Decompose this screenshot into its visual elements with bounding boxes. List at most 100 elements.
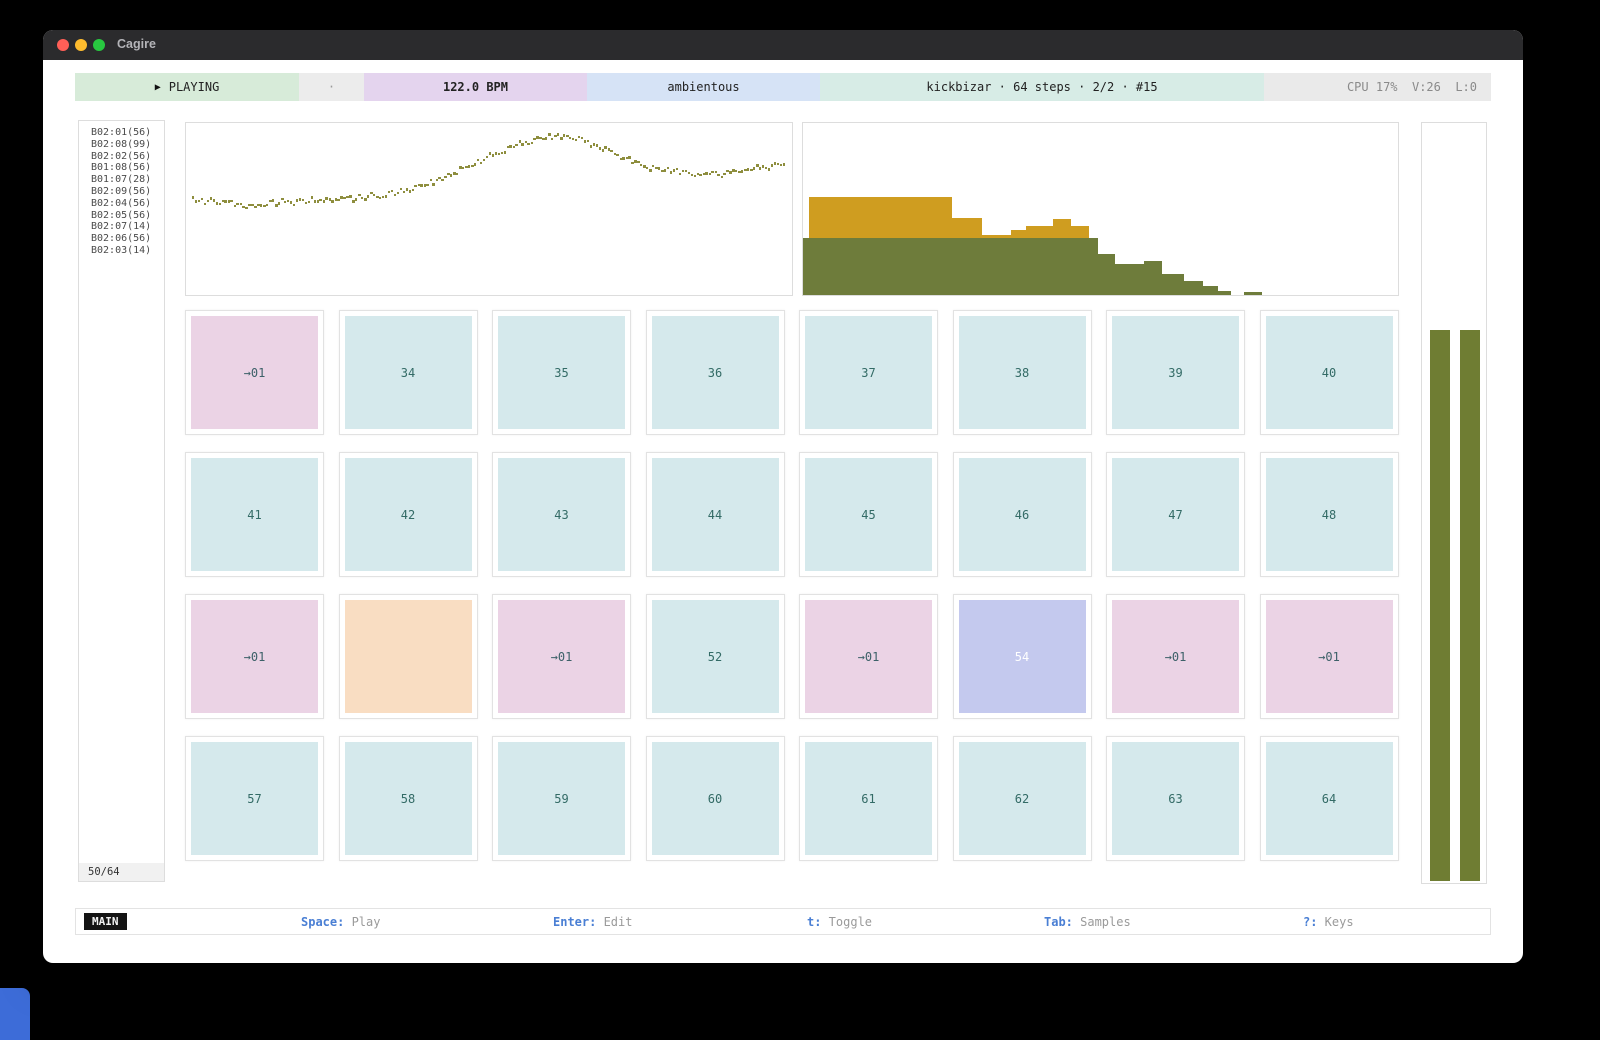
sample-list-item[interactable]: B02:09(56) <box>91 186 164 198</box>
waveform-dot <box>343 197 345 199</box>
pad-cell[interactable]: 60 <box>646 736 785 861</box>
histogram-panel <box>802 122 1399 296</box>
waveform-dot <box>735 170 737 172</box>
waveform-dot <box>652 165 654 167</box>
histogram-green-segment <box>1184 281 1203 295</box>
pad-cell-fill: 45 <box>805 458 932 571</box>
pad-cell[interactable]: →01 <box>492 594 631 719</box>
pad-cell[interactable]: 45 <box>799 452 938 577</box>
waveform-dot <box>557 133 559 135</box>
waveform-dot <box>531 142 533 144</box>
pad-cell[interactable]: 57 <box>185 736 324 861</box>
waveform-dot <box>498 153 500 155</box>
pad-cell[interactable]: 38 <box>953 310 1092 435</box>
pad-cell-label: 58 <box>401 792 415 806</box>
sample-list-item[interactable]: B01:07(28) <box>91 174 164 186</box>
waveform-dot <box>290 201 292 203</box>
waveform-dot <box>319 199 321 201</box>
waveform-dot <box>373 194 375 196</box>
histogram-green-segment <box>1144 261 1162 295</box>
pad-cell[interactable]: 47 <box>1106 452 1245 577</box>
pad-cell[interactable]: 46 <box>953 452 1092 577</box>
pad-cell-label: →01 <box>1318 650 1340 664</box>
waveform-dot <box>272 199 274 201</box>
pad-cell[interactable]: 54 <box>953 594 1092 719</box>
pad-cell[interactable]: 41 <box>185 452 324 577</box>
close-button[interactable] <box>57 39 69 51</box>
pad-cell[interactable]: 61 <box>799 736 938 861</box>
session-info[interactable]: kickbizar · 64 steps · 2/2 · #15 <box>820 73 1264 101</box>
sample-list-item[interactable]: B02:02(56) <box>91 151 164 163</box>
waveform-dot <box>219 203 221 205</box>
pad-cell[interactable] <box>339 594 478 719</box>
waveform-dot <box>456 173 458 175</box>
titlebar[interactable]: Cagire <box>43 30 1523 60</box>
pad-cell-label: 34 <box>401 366 415 380</box>
sample-list-item[interactable]: B02:06(56) <box>91 233 164 245</box>
pad-cell[interactable]: 42 <box>339 452 478 577</box>
pad-cell[interactable]: 40 <box>1260 310 1399 435</box>
pad-cell[interactable]: →01 <box>185 594 324 719</box>
pad-cell[interactable]: 39 <box>1106 310 1245 435</box>
maximize-button[interactable] <box>93 39 105 51</box>
pad-cell[interactable]: 36 <box>646 310 785 435</box>
waveform-dot <box>753 167 755 169</box>
pad-cell[interactable]: 35 <box>492 310 631 435</box>
sample-count: 50/64 <box>79 863 164 881</box>
pad-cell[interactable]: 34 <box>339 310 478 435</box>
pad-cell[interactable]: 59 <box>492 736 631 861</box>
pad-cell[interactable]: →01 <box>799 594 938 719</box>
waveform-dot <box>204 203 206 205</box>
waveform-dot <box>195 200 197 202</box>
pad-cell[interactable]: 44 <box>646 452 785 577</box>
sample-list-item[interactable]: B01:08(56) <box>91 162 164 174</box>
sample-list-item[interactable]: B02:03(14) <box>91 245 164 257</box>
waveform-dot <box>409 190 411 192</box>
sample-list-panel: B02:01(56)B02:08(99)B02:02(56)B01:08(56)… <box>78 120 165 882</box>
sample-list-item[interactable]: B02:04(56) <box>91 198 164 210</box>
pad-cell[interactable]: →01 <box>1106 594 1245 719</box>
waveform-dot <box>213 199 215 201</box>
pad-cell[interactable]: 48 <box>1260 452 1399 577</box>
sample-list-item[interactable]: B02:05(56) <box>91 210 164 222</box>
transport-label: PLAYING <box>169 80 220 94</box>
waveform-dot <box>474 163 476 165</box>
pad-cell[interactable]: 63 <box>1106 736 1245 861</box>
key-hint: Enter: Edit <box>553 915 632 929</box>
pad-cell[interactable]: 58 <box>339 736 478 861</box>
pad-cell-fill: 57 <box>191 742 318 855</box>
pad-cell[interactable]: 37 <box>799 310 938 435</box>
pad-cell[interactable]: 64 <box>1260 736 1399 861</box>
pad-cell[interactable]: 52 <box>646 594 785 719</box>
key-hint-action: Toggle <box>821 915 872 929</box>
minimize-button[interactable] <box>75 39 87 51</box>
waveform-dot <box>361 197 363 199</box>
pad-cell-fill: 64 <box>1266 742 1393 855</box>
waveform-dot <box>504 151 506 153</box>
waveform-dot <box>293 204 295 206</box>
pack-name[interactable]: ambientous <box>587 73 820 101</box>
sample-list-item[interactable]: B02:08(99) <box>91 139 164 151</box>
waveform-dot <box>729 171 731 173</box>
histogram-green-segment <box>1162 274 1185 295</box>
pad-cell[interactable]: 43 <box>492 452 631 577</box>
pad-cell-label: 44 <box>708 508 722 522</box>
sample-list-item[interactable]: B02:01(56) <box>91 127 164 139</box>
pad-cell-label: 54 <box>1015 650 1029 664</box>
pad-cell[interactable]: →01 <box>1260 594 1399 719</box>
pad-cell-label: 52 <box>708 650 722 664</box>
pad-cell-label: 46 <box>1015 508 1029 522</box>
pad-cell-fill: 47 <box>1112 458 1239 571</box>
waveform-dot <box>747 168 749 170</box>
waveform-dot <box>486 156 488 158</box>
pad-cell[interactable]: →01 <box>185 310 324 435</box>
histogram-gold-segment <box>1011 230 1026 239</box>
waveform-dot <box>323 200 325 202</box>
pad-cell[interactable]: 62 <box>953 736 1092 861</box>
pad-cell-fill: →01 <box>1112 600 1239 713</box>
pad-cell-label: 47 <box>1168 508 1182 522</box>
bpm-display[interactable]: 122.0 BPM <box>364 73 587 101</box>
sample-list-item[interactable]: B02:07(14) <box>91 221 164 233</box>
pad-cell-fill: 34 <box>345 316 472 429</box>
transport-status[interactable]: ▶PLAYING <box>75 73 299 101</box>
